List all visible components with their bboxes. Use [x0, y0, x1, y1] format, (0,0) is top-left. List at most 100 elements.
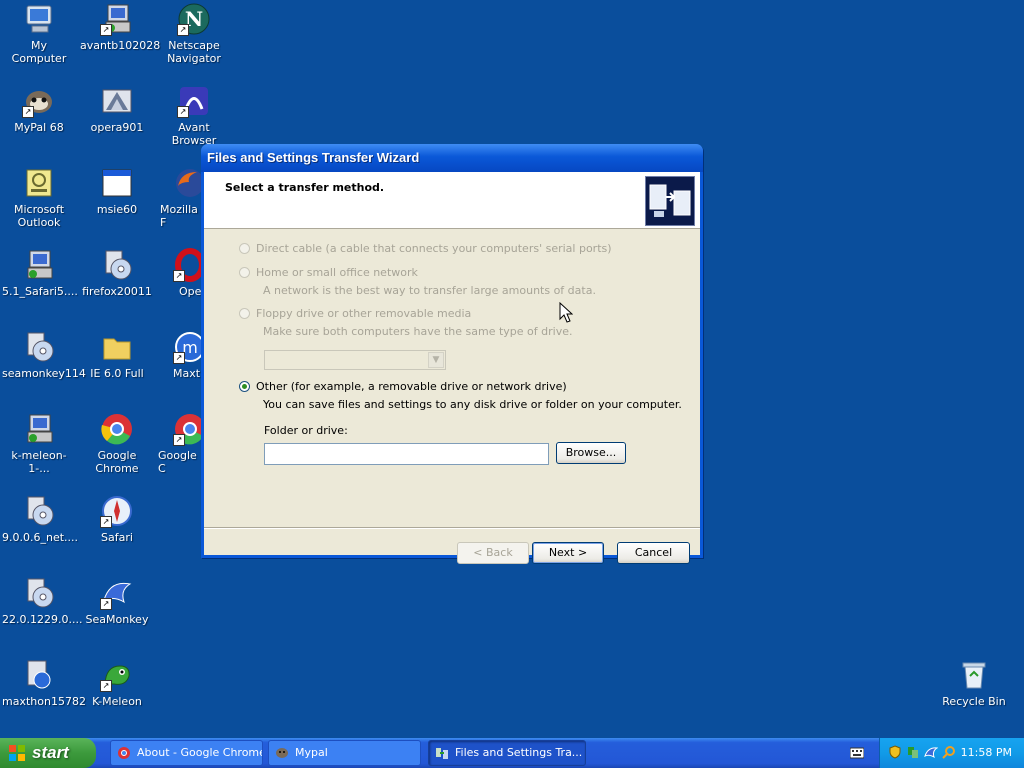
folder-drive-input[interactable]: [264, 443, 549, 465]
desktop-icon-seamonkey[interactable]: ↗ SeaMonkey: [78, 576, 156, 626]
desktop-icon-firefox20011[interactable]: firefox20011: [78, 248, 156, 298]
transfer-wizard-icon: [436, 748, 448, 759]
installer-icon: [22, 412, 56, 446]
desktop-icon-netscape-navigator[interactable]: N ↗ Netscape Navigator: [155, 2, 233, 65]
radio-other[interactable]: [239, 381, 250, 392]
start-button[interactable]: start: [0, 738, 96, 768]
desktop-icon-label: Microsoft Outlook: [13, 203, 65, 229]
recycle-bin-icon: [957, 658, 991, 692]
desktop-icon-ie-6-full[interactable]: IE 6.0 Full: [78, 330, 156, 380]
window-titlebar[interactable]: Files and Settings Transfer Wizard: [201, 144, 703, 172]
opera-installer-icon: [100, 84, 134, 118]
desktop-icon-label: k-meleon-1-...: [11, 449, 67, 475]
desktop-icon-k-meleon[interactable]: ↗ K-Meleon: [78, 658, 156, 708]
wizard-header: Select a transfer method.: [204, 172, 700, 229]
desktop-icon-msie60[interactable]: msie60: [78, 166, 156, 216]
taskbar-button-mypal[interactable]: Mypal: [268, 740, 421, 766]
windows-logo-icon: [9, 745, 25, 761]
folder-icon: [100, 330, 134, 364]
radio-home-network[interactable]: [239, 267, 250, 278]
browse-button[interactable]: Browse...: [556, 442, 626, 464]
desktop-icon-mypal-68[interactable]: ↗ MyPal 68: [0, 84, 78, 134]
taskbar-button-label: Mypal: [295, 746, 328, 759]
desktop-icon-maxthon-installer[interactable]: maxthon15782: [0, 658, 86, 708]
shortcut-arrow-icon: ↗: [173, 270, 185, 282]
desktop-icon-label: My Computer: [11, 39, 67, 65]
desktop-icon-safari-installer[interactable]: 5.1_Safari5....: [0, 248, 78, 298]
network-icon[interactable]: [906, 745, 920, 759]
desktop-icon-opera901[interactable]: opera901: [78, 84, 156, 134]
desktop-icon-label: Netscape Navigator: [167, 39, 221, 65]
chrome-icon: [100, 412, 134, 446]
back-button[interactable]: < Back: [457, 542, 529, 564]
radio-floppy-drive[interactable]: [239, 308, 250, 319]
shortcut-arrow-icon: ↗: [177, 106, 189, 118]
desktop-icon-chrome-installer[interactable]: 22.0.1229.0....: [0, 576, 82, 626]
desktop-icon-avant-browser[interactable]: ↗ Avant Browser: [155, 84, 233, 147]
desktop-icon-my-computer[interactable]: My Computer: [0, 2, 78, 65]
desktop-icon-microsoft-outlook[interactable]: Microsoft Outlook: [0, 166, 78, 229]
desktop-icon-mozilla-firefox[interactable]: Mozilla F: [155, 166, 201, 229]
radio-direct-cable[interactable]: [239, 243, 250, 254]
firefox-icon: [173, 166, 201, 200]
mypal-icon: ↗: [22, 84, 56, 118]
desktop-icon-google-chrome-2[interactable]: ↗ Google C: [155, 412, 201, 475]
my-computer-icon: [22, 2, 56, 36]
installer-cd-icon: [22, 576, 56, 610]
option-description: Make sure both computers have the same t…: [263, 325, 573, 338]
msie-window-icon: [100, 166, 134, 200]
option-label: Direct cable (a cable that connects your…: [256, 242, 612, 255]
keyboard-icon[interactable]: [850, 747, 864, 759]
desktop-icon-label: Maxth: [173, 367, 201, 380]
installer-icon: ↗: [100, 2, 134, 36]
drive-select[interactable]: ▼: [264, 350, 446, 370]
wizard-step-title: Select a transfer method.: [225, 181, 385, 194]
desktop-icon-label: maxthon15782: [2, 695, 86, 708]
wizard-client-area: Select a transfer method. Direct cable (…: [204, 172, 700, 564]
desktop-icon-net-installer[interactable]: 9.0.0.6_net....: [0, 494, 78, 544]
shortcut-arrow-icon: ↗: [173, 352, 185, 364]
folder-drive-label: Folder or drive:: [264, 424, 348, 437]
search-icon[interactable]: [942, 745, 956, 759]
chrome-icon: [118, 747, 130, 759]
desktop-icon-label: avantb102028: [80, 39, 161, 52]
k-meleon-icon: ↗: [100, 658, 134, 692]
shortcut-arrow-icon: ↗: [100, 680, 112, 692]
cancel-button[interactable]: Cancel: [617, 542, 690, 564]
shortcut-arrow-icon: ↗: [100, 24, 112, 36]
netscape-icon: N ↗: [177, 2, 211, 36]
desktop-icon-label: firefox20011: [82, 285, 152, 298]
next-button[interactable]: Next >: [532, 542, 604, 564]
desktop-icon-recycle-bin[interactable]: Recycle Bin: [935, 658, 1013, 708]
desktop-icon-seamonkey114[interactable]: seamonkey114: [0, 330, 86, 380]
desktop-icon-label: MyPal 68: [14, 121, 64, 134]
desktop-icon-safari[interactable]: ↗ Safari: [78, 494, 156, 544]
taskbar-button-label: About - Google Chrome: [137, 746, 263, 759]
desktop-icon-label: K-Meleon: [92, 695, 142, 708]
desktop-icon-k-meleon-installer[interactable]: k-meleon-1-...: [0, 412, 78, 475]
shortcut-arrow-icon: ↗: [22, 106, 34, 118]
clock[interactable]: 11:58 PM: [961, 738, 1012, 768]
outlook-icon: [22, 166, 56, 200]
desktop-icon-label: Mozilla F: [160, 203, 198, 229]
desktop-icon-avantb102028[interactable]: ↗ avantb102028: [78, 2, 161, 52]
desktop-icon-label: Recycle Bin: [942, 695, 1006, 708]
taskbar-button-transfer-wizard[interactable]: Files and Settings Tra...: [428, 740, 586, 766]
installer-cd-icon: [22, 330, 56, 364]
desktop-icon-opera[interactable]: ↗ Ope: [155, 248, 201, 298]
taskbar-button-chrome[interactable]: About - Google Chrome: [110, 740, 263, 766]
option-label: Floppy drive or other removable media: [256, 307, 472, 320]
chevron-down-icon[interactable]: ▼: [428, 352, 444, 368]
installer-icon: [22, 248, 56, 282]
button-separator: [204, 527, 700, 529]
shortcut-arrow-icon: ↗: [177, 24, 189, 36]
shortcut-arrow-icon: ↗: [100, 598, 112, 610]
desktop-icon-maxthon[interactable]: m ↗ Maxth: [155, 330, 201, 380]
desktop-icon-label: opera901: [90, 121, 144, 134]
installer-cd-icon: [100, 248, 134, 282]
desktop-icon-label: 5.1_Safari5....: [2, 285, 78, 298]
desktop-icon-label: Ope: [179, 285, 201, 298]
seamonkey-tray-icon[interactable]: [924, 745, 938, 759]
desktop-icon-google-chrome[interactable]: Google Chrome: [78, 412, 156, 475]
security-shield-icon[interactable]: [888, 745, 902, 759]
